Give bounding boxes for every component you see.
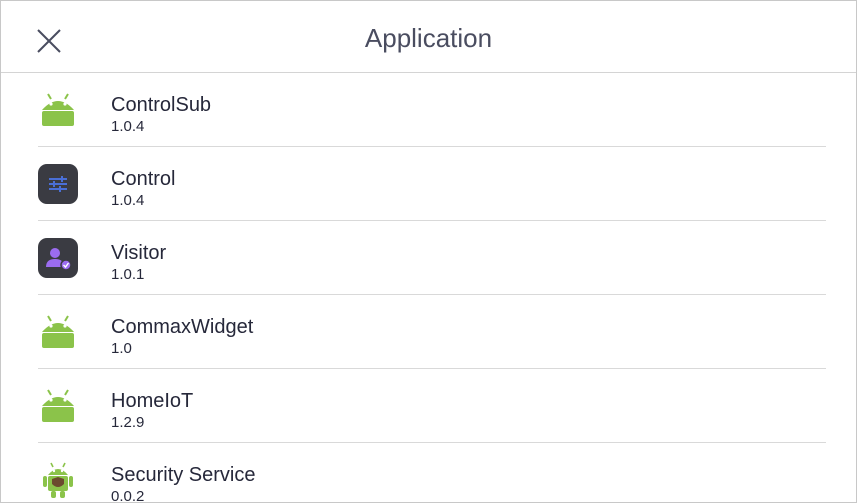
close-icon (37, 29, 61, 53)
app-name: Visitor (111, 242, 167, 264)
app-list-panel: Application ControlSub 1.0.4 Control 1.0… (0, 0, 857, 503)
app-name: ControlSub (111, 94, 212, 116)
list-item-control[interactable]: Control 1.0.4 (38, 147, 826, 221)
app-name: Security Service (111, 464, 256, 486)
list-item-controlsub[interactable]: ControlSub 1.0.4 (38, 73, 826, 147)
application-list: ControlSub 1.0.4 Control 1.0.4 Visitor 1… (1, 73, 856, 503)
android-head-icon (42, 315, 74, 348)
visitor-icon (38, 238, 78, 278)
app-name: Control (111, 168, 176, 190)
app-version: 0.0.2 (111, 488, 145, 503)
page-title: Application (364, 23, 493, 53)
list-item-commaxwidget[interactable]: CommaxWidget 1.0 (38, 295, 826, 369)
list-item-security-service[interactable]: Security Service 0.0.2 (38, 443, 826, 503)
app-name: CommaxWidget (111, 316, 254, 338)
app-version: 1.0.1 (111, 266, 145, 283)
android-head-icon (42, 93, 74, 126)
android-robot-icon (43, 462, 73, 498)
list-item-visitor[interactable]: Visitor 1.0.1 (38, 221, 826, 295)
android-head-icon (42, 389, 74, 422)
app-version: 1.0.4 (111, 192, 145, 209)
app-name: HomeIoT (111, 390, 194, 412)
app-version: 1.2.9 (111, 414, 145, 431)
app-version: 1.0 (111, 340, 132, 357)
close-button[interactable] (29, 21, 69, 61)
app-version: 1.0.4 (111, 118, 145, 135)
list-item-homeiot[interactable]: HomeIoT 1.2.9 (38, 369, 826, 443)
sliders-icon (38, 164, 78, 204)
header-bar: Application (1, 1, 856, 73)
